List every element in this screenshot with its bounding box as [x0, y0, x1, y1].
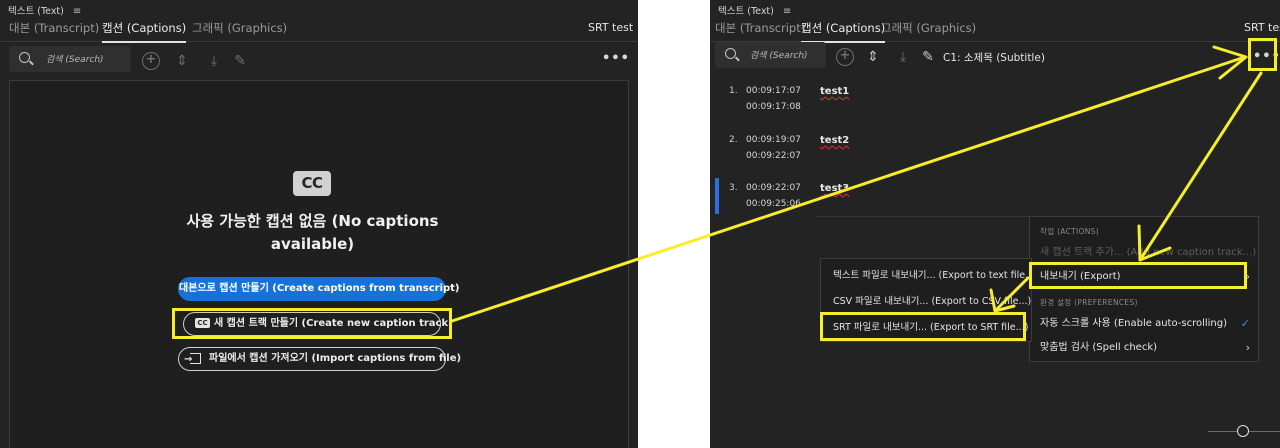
cc-icon: CC — [293, 171, 331, 196]
selection-marker — [715, 178, 719, 214]
caption-out-time[interactable]: 00:09:17:08 — [746, 102, 801, 112]
caption-row[interactable]: 2. 00:09:19:07 00:09:22:07 test2 — [710, 129, 1280, 169]
project-name: SRT test — [1244, 21, 1280, 34]
tab-captions[interactable]: 캡션 (Captions) — [801, 20, 886, 43]
collapse-icon[interactable]: ⤓ — [205, 52, 223, 70]
left-text-panel: 텍스트 (Text) ≡ 대본 (Transcript) 캡션 (Caption… — [0, 0, 638, 448]
menu-item-label: 자동 스크롤 사용 (Enable auto-scrolling) — [1040, 318, 1228, 329]
caption-out-time[interactable]: 00:09:25:06 — [746, 199, 801, 209]
panel-titlebar: 텍스트 (Text) ≡ — [718, 3, 791, 17]
pencil-icon[interactable]: ✎ — [919, 48, 937, 66]
right-text-panel: 텍스트 (Text) ≡ 대본 (Transcript) 캡션 (Caption… — [710, 0, 1280, 448]
menu-section-actions: 작업 (ACTIONS) — [1040, 227, 1099, 236]
tab-transcript[interactable]: 대본 (Transcript) — [715, 20, 805, 36]
create-captions-from-transcript-button[interactable]: 대본으로 캡션 만들기 (Create captions from transc… — [178, 277, 460, 301]
tab-bar: 대본 (Transcript) 캡션 (Captions) 그래픽 (Graph… — [710, 16, 1280, 43]
search-placeholder: 검색 (Search) — [46, 55, 104, 65]
tab-captions[interactable]: 캡션 (Captions) — [102, 20, 187, 43]
search-icon — [725, 48, 736, 59]
tab-bar: 대본 (Transcript) 캡션 (Captions) 그래픽 (Graph… — [0, 16, 638, 43]
import-captions-button[interactable]: 파일에서 캡션 가져오기 (Import captions from file) — [178, 347, 461, 371]
captions-empty-area — [9, 80, 629, 448]
import-icon — [184, 349, 201, 371]
search-placeholder: 검색 (Search) — [750, 51, 808, 61]
caption-in-time[interactable]: 00:09:17:07 — [746, 86, 801, 96]
tab-graphics[interactable]: 그래픽 (Graphics) — [192, 20, 287, 36]
project-name: SRT test — [588, 21, 634, 34]
caption-in-time[interactable]: 00:09:22:07 — [746, 183, 801, 193]
captions-toolbar: 검색 (Search) + ⇕ ⤓ ✎ ••• — [0, 46, 638, 76]
caption-in-time[interactable]: 00:09:19:07 — [746, 135, 801, 145]
search-icon — [19, 52, 30, 63]
highlight-export-item — [1029, 262, 1247, 289]
check-icon: ✓ — [1240, 317, 1250, 330]
menu-item-spell-check[interactable]: 맞춤법 검사 (Spell check) › — [1030, 337, 1258, 359]
caption-out-time[interactable]: 00:09:22:07 — [746, 151, 801, 161]
button-label: 파일에서 캡션 가져오기 (Import captions from file) — [209, 353, 462, 364]
caption-track-label[interactable]: C1: 소제목 (Subtitle) — [943, 50, 1045, 65]
search-input[interactable]: 검색 (Search) — [715, 42, 826, 68]
expand-icon[interactable]: ⇕ — [173, 52, 191, 70]
menu-section-preferences: 환경 설정 (PREFERENCES) — [1040, 298, 1138, 307]
highlight-export-srt — [820, 312, 1026, 341]
add-icon[interactable]: + — [142, 52, 160, 70]
caption-number: 3. — [729, 183, 738, 193]
caption-text[interactable]: test3 — [820, 183, 849, 194]
more-icon[interactable]: ••• — [602, 51, 630, 66]
tab-graphics[interactable]: 그래픽 (Graphics) — [881, 20, 976, 36]
highlight-new-caption-track — [172, 308, 452, 339]
caption-text[interactable]: test2 — [820, 135, 849, 146]
menu-item-label: 맞춤법 검사 (Spell check) — [1040, 342, 1158, 353]
menu-item-auto-scroll[interactable]: 자동 스크롤 사용 (Enable auto-scrolling) ✓ — [1030, 313, 1258, 335]
captions-options-menu: 작업 (ACTIONS) 새 캡션 트랙 추가... (Add new capt… — [1029, 216, 1259, 362]
caption-text[interactable]: test1 — [820, 86, 849, 97]
caption-number: 2. — [729, 135, 738, 145]
menu-item-export-text[interactable]: 텍스트 파일로 내보내기... (Export to text file...) — [821, 263, 1031, 289]
search-input[interactable]: 검색 (Search) — [9, 46, 131, 72]
expand-icon[interactable]: ⇕ — [864, 48, 882, 66]
zoom-slider-handle[interactable] — [1237, 425, 1249, 437]
highlight-more-button — [1248, 38, 1277, 71]
empty-state-title: 사용 가능한 캡션 없음 (No captions available) — [186, 212, 439, 253]
pencil-icon[interactable]: ✎ — [231, 52, 249, 70]
captions-toolbar: 검색 (Search) + ⇕ ⤓ ✎ C1: 소제목 (Subtitle) •… — [710, 42, 1280, 72]
menu-item-add-new-caption-track: 새 캡션 트랙 추가... (Add new caption track...) — [1040, 247, 1257, 258]
panel-titlebar: 텍스트 (Text) ≡ — [8, 3, 81, 17]
chevron-right-icon: › — [1245, 341, 1250, 354]
caption-number: 1. — [729, 86, 738, 96]
caption-row[interactable]: 1. 00:09:17:07 00:09:17:08 test1 — [710, 80, 1280, 120]
add-icon[interactable]: + — [836, 48, 854, 66]
caption-row-selected[interactable]: 3. 00:09:22:07 00:09:25:06 test3 — [710, 177, 1280, 217]
collapse-icon[interactable]: ⤓ — [894, 48, 912, 66]
tab-transcript[interactable]: 대본 (Transcript) — [9, 20, 99, 36]
